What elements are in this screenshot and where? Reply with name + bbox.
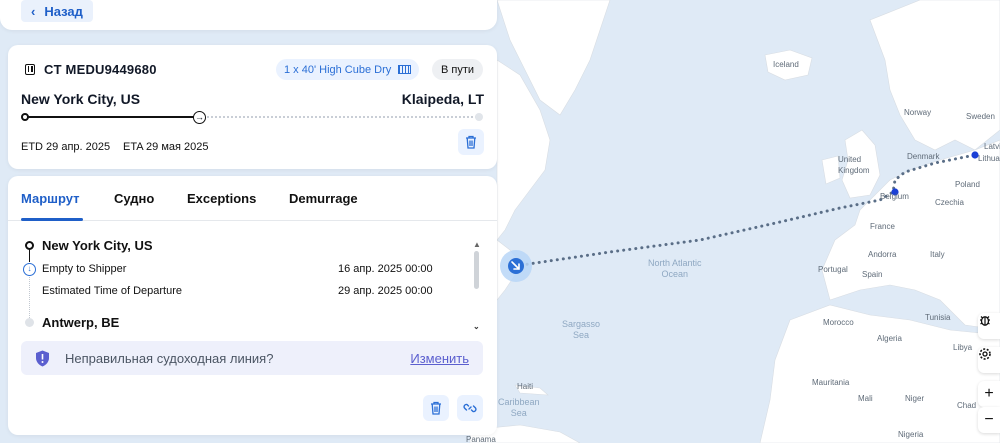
map-label-andorra: Andorra [868,250,897,259]
map-label-iceland: Iceland [773,60,799,69]
tab-vessel[interactable]: Судно [114,191,154,206]
map-label-north-atlantic: North Atlantic Ocean [648,258,702,279]
map-label-italy: Italy [930,250,945,259]
map-label-lithuania: Lithuania [978,154,1000,163]
bug-icon [980,316,990,326]
timeline-event-label: Empty to Shipper [42,263,127,275]
settings-button[interactable] [978,347,1000,373]
minus-icon: − [984,411,994,428]
map-label-poland: Poland [955,180,980,189]
timeline-line-done [29,248,30,262]
zoom-in-button[interactable]: + [978,381,1000,407]
map-label-czechia: Czechia [935,198,964,207]
timeline-port-name: Antwerp, BE [42,315,120,330]
route-timeline: New York City, US ↓ Empty to Shipper 16 … [21,238,477,330]
back-bar: ‹ Назад [0,0,497,30]
map-label-haiti: Haiti [517,382,534,391]
map-label-denmark: Denmark [907,152,940,161]
zoom-out-button[interactable]: − [978,407,1000,433]
destination-port: Klaipeda, LT [401,91,484,107]
shield-icon [36,350,49,367]
back-label: Назад [44,3,83,19]
origin-port: New York City, US [21,91,141,107]
map-label-latvia: Latvia [984,142,1000,151]
map-label-uk: United Kingdom [838,155,870,175]
back-button[interactable]: ‹ Назад [21,0,93,22]
timeline-line-pending [29,274,30,322]
map-label-chad: Chad [957,401,977,410]
container-icon [25,64,35,75]
map-label-spain: Spain [862,270,883,279]
map-label-tunisia: Tunisia [925,313,951,322]
cargo-label: 1 x 40' High Cube Dry [284,63,392,76]
route-details-card: Маршрут Судно Exceptions Demurrage New Y… [8,176,497,435]
timeline-port-dot [25,318,34,327]
map-label-belgium: Belgium [880,192,909,201]
gear-icon [979,348,991,360]
container-number: CT MEDU9449680 [44,62,157,77]
timeline-event-date: 29 апр. 2025 00:00 [338,285,433,297]
map-label-caribbean: Caribbean Sea [498,397,540,418]
progress-end-dot [475,113,483,121]
carrier-warning: Неправильная судоходная линия? Изменить [21,341,483,375]
map-label-sweden: Sweden [966,112,995,121]
progress-start-dot [21,113,29,121]
shipment-summary-card: CT MEDU9449680 1 x 40' High Cube Dry В п… [8,45,497,169]
status-badge: В пути [432,59,484,80]
trash-icon [431,401,441,415]
map-label-sargasso: Sargasso Sea [562,319,601,340]
timeline-port-name: New York City, US [42,238,153,253]
active-tab-indicator [21,218,83,221]
map-label-niger: Niger [905,394,925,403]
map-label-morocco: Morocco [823,318,854,327]
map-label-portugal: Portugal [818,265,848,274]
map-label-norway: Norway [904,108,932,117]
tab-route[interactable]: Маршрут [21,191,80,206]
scroll-thumb[interactable] [474,251,479,289]
progress-remaining [207,116,477,118]
map-label-france: France [870,222,895,231]
map-label-panama: Panama [466,435,496,443]
scroll-up-icon[interactable]: ▲ [473,240,481,249]
etd-date: ETD 29 апр. 2025 [21,141,111,153]
chevron-left-icon: ‹ [31,3,36,19]
delete-shipment-button[interactable] [458,129,484,155]
plus-icon: + [984,385,994,402]
container-id: CT MEDU9449680 [25,62,157,77]
map-label-algeria: Algeria [877,334,902,343]
map-label-nigeria: Nigeria [898,430,924,439]
voyage-progress: → [21,111,483,124]
cargo-badge: 1 x 40' High Cube Dry [276,59,420,80]
eta-date: ETA 29 мая 2025 [123,141,209,153]
scroll-down-icon[interactable]: ⌄ [473,322,480,331]
map-label-mauritania: Mauritania [812,378,850,387]
progress-completed [25,116,201,118]
share-link-button[interactable] [457,395,483,421]
shipping-container-icon [398,65,412,74]
arrow-right-icon: → [193,111,206,124]
tab-demurrage[interactable]: Demurrage [289,191,358,206]
timeline-event-label: Estimated Time of Departure [42,285,183,297]
map-label-libya: Libya [953,343,973,352]
tab-exceptions[interactable]: Exceptions [187,191,256,206]
timeline-event-date: 16 апр. 2025 00:00 [338,263,433,275]
trash-icon [466,135,476,149]
bug-report-button[interactable] [978,313,1000,339]
timeline-port-dot [25,241,34,250]
arrow-down-icon: ↓ [23,263,36,276]
warning-text: Неправильная судоходная линия? [65,351,274,366]
timeline-scrollbar[interactable]: ▲ ⌄ [473,240,481,332]
map-label-mali: Mali [858,394,873,403]
change-carrier-link[interactable]: Изменить [410,351,469,366]
tab-bar: Маршрут Судно Exceptions Demurrage [8,176,497,221]
delete-route-button[interactable] [423,395,449,421]
link-icon [463,403,477,413]
